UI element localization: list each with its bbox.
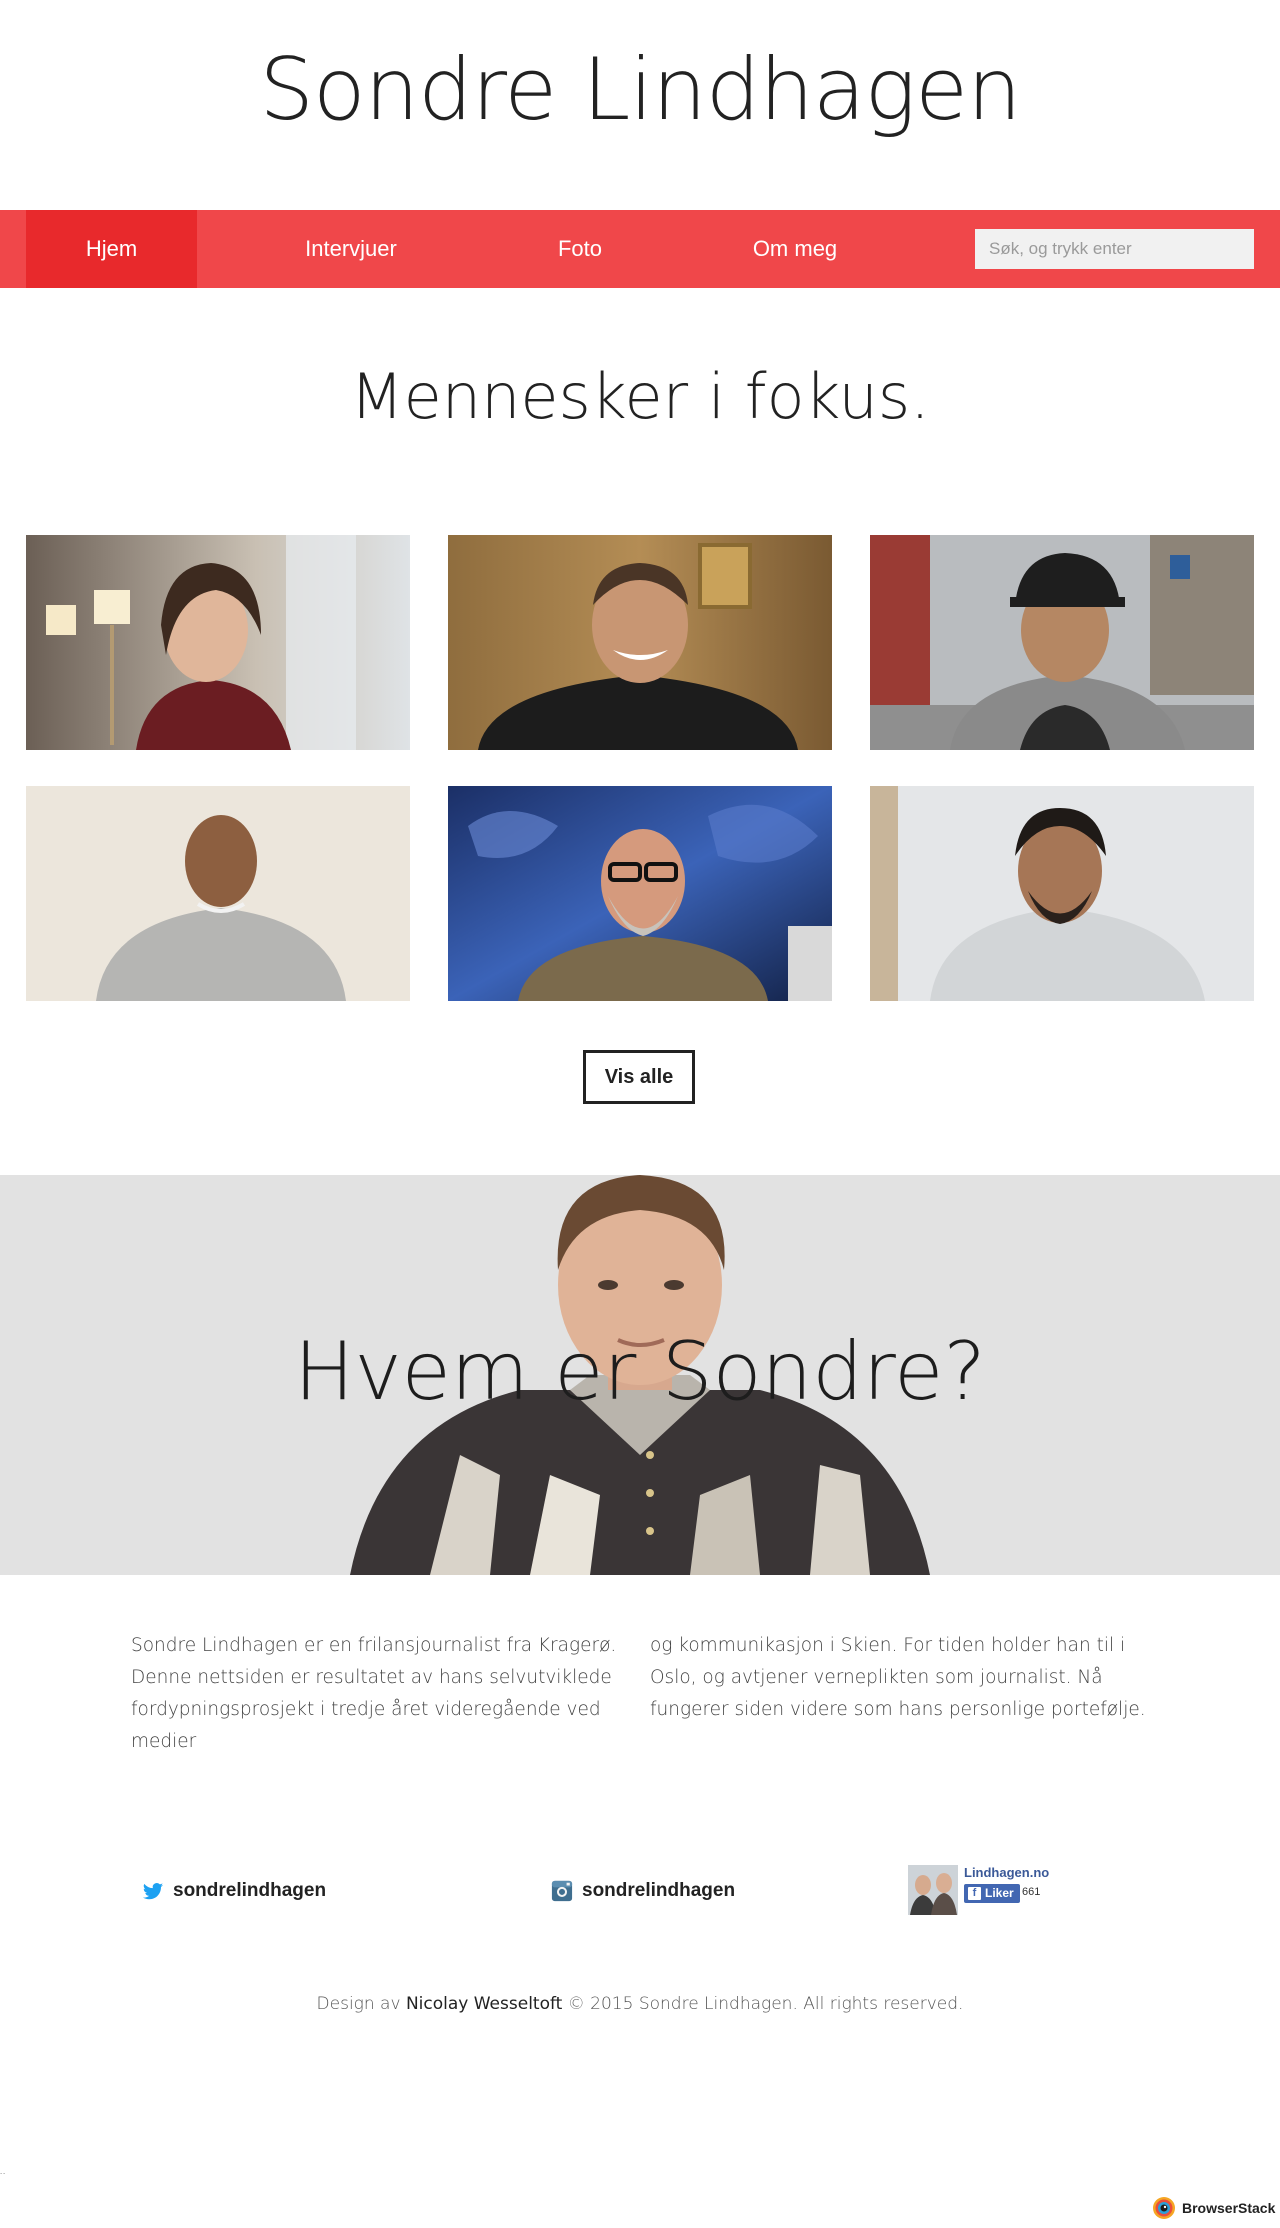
interview-photo-bald-man[interactable]: [26, 786, 410, 1001]
hero-title: Hvem er Sondre?: [294, 1325, 986, 1418]
twitter-link[interactable]: sondrelindhagen: [142, 1875, 326, 1907]
footer-copyright: © 2015 Sondre Lindhagen. All rights rese…: [567, 1994, 964, 2014]
instagram-link[interactable]: sondrelindhagen: [551, 1875, 735, 1907]
search-input[interactable]: [975, 229, 1254, 269]
instagram-icon: [551, 1880, 573, 1902]
nav-item-intervjuer[interactable]: Intervjuer: [270, 210, 432, 288]
section-heading: Mennesker i fokus.: [350, 360, 930, 433]
facebook-page-thumbnail: [908, 1865, 958, 1915]
instagram-handle: sondrelindhagen: [582, 1880, 736, 1901]
browserstack-logo-icon: [1153, 2197, 1175, 2219]
browserstack-label: BrowserStack: [1182, 2200, 1276, 2216]
facebook-like-box[interactable]: Lindhagen.no f Liker 661: [908, 1862, 1078, 1916]
interview-photo-bearded-man[interactable]: [448, 786, 832, 1001]
facebook-page-name: Lindhagen.no: [964, 1865, 1050, 1880]
interview-photo-hooded-man[interactable]: [870, 786, 1254, 1001]
footer-prefix: Design av: [316, 1994, 401, 2014]
interview-photo-woman[interactable]: [26, 535, 410, 750]
about-text-right: og kommunikasjon i Skien. For tiden hold…: [650, 1635, 1146, 1720]
interview-photo-smiling-man[interactable]: [448, 535, 832, 750]
corner-mark: ˙˙: [0, 2172, 6, 2182]
facebook-like-label: Liker: [985, 1886, 1014, 1900]
about-hero: Hvem er Sondre?: [0, 1175, 1280, 1575]
twitter-icon: [142, 1883, 164, 1900]
nav-item-foto[interactable]: Foto: [520, 210, 640, 288]
browserstack-badge: BrowserStack: [1152, 2196, 1275, 2220]
footer: Design av Nicolay Wesseltoft © 2015 Sond…: [0, 1994, 1280, 2014]
facebook-icon: f: [968, 1887, 981, 1900]
nav-item-om-meg[interactable]: Om meg: [720, 210, 870, 288]
facebook-like-button[interactable]: f Liker: [964, 1884, 1020, 1903]
twitter-handle: sondrelindhagen: [173, 1880, 327, 1901]
show-all-button[interactable]: Vis alle: [583, 1050, 695, 1104]
footer-author-link[interactable]: Nicolay Wesseltoft: [406, 1994, 562, 2014]
facebook-like-count: 661: [1022, 1886, 1041, 1898]
about-text-left: Sondre Lindhagen er en frilansjournalist…: [131, 1635, 617, 1752]
main-navbar: Hjem Intervjuer Foto Om meg: [0, 210, 1280, 288]
interview-photo-cap-man[interactable]: [870, 535, 1254, 750]
nav-item-hjem[interactable]: Hjem: [26, 210, 197, 288]
site-title[interactable]: Sondre Lindhagen: [0, 40, 1280, 140]
